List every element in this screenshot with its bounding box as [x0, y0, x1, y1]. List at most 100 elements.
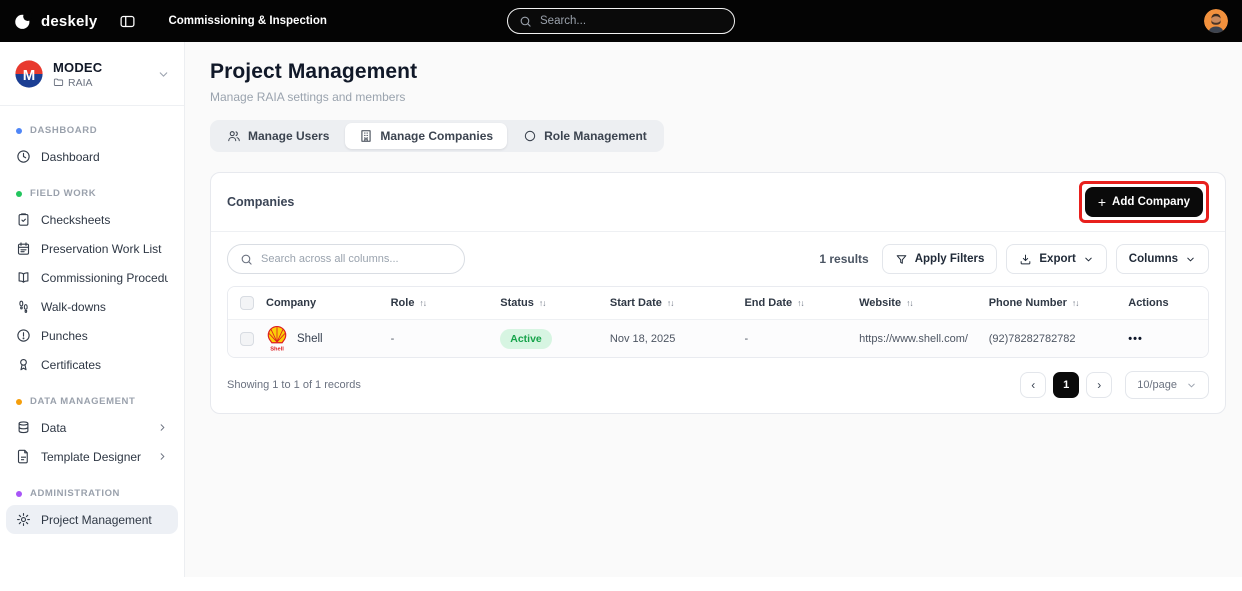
column-header-company: Company	[266, 297, 317, 309]
chevron-right-icon: ›	[1097, 378, 1102, 392]
tab-role-management[interactable]: Role Management	[509, 123, 661, 149]
sort-icon[interactable]: ↑↓	[419, 298, 426, 308]
org-meta: MODEC RAIA	[53, 60, 148, 89]
svg-text:Shell: Shell	[270, 346, 284, 352]
main-content: Project Management Manage RAIA settings …	[185, 42, 1242, 577]
records-summary: Showing 1 to 1 of 1 records	[227, 379, 361, 391]
sort-icon[interactable]: ↑↓	[906, 298, 913, 308]
table-footer: Showing 1 to 1 of 1 records ‹ 1 › 10/pag…	[211, 358, 1225, 413]
website-cell[interactable]: https://www.shell.com/	[859, 333, 989, 345]
sort-icon[interactable]: ↑↓	[667, 298, 674, 308]
deskely-logo-icon	[14, 11, 34, 31]
award-icon	[16, 357, 31, 372]
shell-logo: Shell	[266, 325, 288, 352]
export-button[interactable]: Export	[1006, 244, 1107, 274]
prev-page-button[interactable]: ‹	[1020, 372, 1047, 398]
svg-text:M: M	[23, 67, 36, 84]
row-checkbox[interactable]	[240, 331, 254, 346]
file-icon	[16, 449, 31, 464]
company-cell: Shell Shell	[266, 325, 391, 352]
section-dot	[16, 490, 22, 497]
sidebar: M MODEC RAIA DASHBOARD Dashboard FIELD W…	[0, 42, 185, 577]
sidebar-item-commissioning-procedures[interactable]: Commissioning Procedures	[0, 263, 184, 292]
results-count: 1 results	[819, 252, 869, 266]
table-row[interactable]: Shell Shell - Active Nov 18, 2025 - http…	[228, 319, 1208, 357]
sidebar-item-preservation-work-list[interactable]: Preservation Work List	[0, 234, 184, 263]
table-search[interactable]	[227, 244, 465, 274]
start-date-cell: Nov 18, 2025	[609, 332, 676, 345]
management-tabs: Manage Users Manage Companies Role Manag…	[210, 120, 664, 152]
tab-manage-users[interactable]: Manage Users	[213, 123, 343, 149]
companies-card: Companies + Add Company 1 results	[210, 172, 1226, 414]
sidebar-item-punches[interactable]: Punches	[0, 321, 184, 350]
table-header-row: Company Role ↑↓ Status ↑↓ Start Date ↑↓ End…	[228, 287, 1208, 319]
end-date-cell: -	[744, 332, 749, 345]
column-header-start-date[interactable]: Start Date ↑↓	[610, 297, 745, 309]
column-header-website[interactable]: Website ↑↓	[859, 297, 989, 309]
org-name: MODEC	[53, 59, 103, 75]
topbar-left: deskely Commissioning & Inspection	[14, 11, 327, 31]
sort-icon[interactable]: ↑↓	[539, 298, 546, 308]
org-switcher[interactable]: M MODEC RAIA	[0, 42, 184, 106]
workspace-name: RAIA	[68, 76, 93, 89]
page-1-button[interactable]: 1	[1053, 372, 1080, 398]
page-subtitle: Manage RAIA settings and members	[210, 90, 406, 104]
column-header-status[interactable]: Status ↑↓	[500, 297, 610, 309]
project-name[interactable]: Commissioning & Inspection	[168, 15, 326, 27]
funnel-icon	[895, 253, 908, 266]
sidebar-nav: DASHBOARD Dashboard FIELD WORK Checkshee…	[0, 106, 184, 544]
select-all-checkbox[interactable]	[240, 296, 254, 310]
columns-button[interactable]: Columns	[1115, 244, 1209, 274]
circle-icon	[523, 129, 537, 143]
status-badge: Active	[500, 328, 552, 349]
sidebar-item-checksheets[interactable]: Checksheets	[0, 205, 184, 234]
section-label-dashboard: DASHBOARD	[0, 116, 184, 142]
global-search-input[interactable]	[540, 15, 723, 27]
section-dot	[16, 190, 22, 197]
add-company-button[interactable]: + Add Company	[1084, 187, 1203, 217]
chevron-down-icon[interactable]	[157, 68, 170, 81]
row-actions-button[interactable]: •••	[1128, 333, 1143, 345]
chevron-down-icon	[1186, 380, 1197, 391]
chevron-left-icon: ‹	[1031, 378, 1036, 392]
sidebar-item-dashboard[interactable]: Dashboard	[0, 142, 184, 171]
users-icon	[227, 129, 241, 143]
column-header-end-date[interactable]: End Date ↑↓	[744, 297, 859, 309]
column-header-role[interactable]: Role ↑↓	[391, 297, 501, 309]
tab-manage-companies[interactable]: Manage Companies	[345, 123, 508, 149]
sidebar-item-walk-downs[interactable]: Walk-downs	[0, 292, 184, 321]
sidebar-item-project-management[interactable]: Project Management	[6, 505, 178, 534]
annotation-highlight: + Add Company	[1078, 181, 1209, 223]
sidebar-item-template-designer[interactable]: Template Designer	[0, 442, 184, 471]
search-icon	[240, 253, 253, 266]
role-cell: -	[390, 332, 395, 345]
apply-filters-button[interactable]: Apply Filters	[881, 244, 998, 274]
column-header-phone-number[interactable]: Phone Number ↑↓	[989, 297, 1129, 309]
chevron-down-icon	[1185, 254, 1196, 265]
building-icon	[359, 129, 373, 143]
section-label-data-management: DATA MANAGEMENT	[0, 387, 184, 413]
brand-name: deskely	[41, 12, 98, 30]
sort-icon[interactable]: ↑↓	[797, 298, 804, 308]
search-icon	[519, 15, 532, 28]
alert-circle-icon	[16, 328, 31, 343]
chevron-right-icon	[157, 451, 168, 462]
global-search[interactable]	[507, 8, 735, 34]
per-page-select[interactable]: 10/page	[1125, 371, 1209, 399]
calendar-icon	[16, 241, 31, 256]
sort-icon[interactable]: ↑↓	[1072, 298, 1079, 308]
table-search-input[interactable]	[261, 253, 452, 265]
section-dot	[16, 127, 22, 134]
sidebar-item-certificates[interactable]: Certificates	[0, 350, 184, 379]
sidebar-toggle-icon[interactable]	[119, 13, 136, 30]
brand-logo[interactable]: deskely	[14, 11, 97, 31]
user-avatar[interactable]	[1204, 9, 1228, 33]
gear-icon	[16, 512, 31, 527]
phone-cell: (92)78282782782	[988, 332, 1076, 345]
plus-icon: +	[1097, 194, 1107, 210]
app-body: M MODEC RAIA DASHBOARD Dashboard FIELD W…	[0, 42, 1242, 577]
status-cell: Active	[500, 328, 610, 349]
next-page-button[interactable]: ›	[1086, 372, 1113, 398]
sidebar-item-data[interactable]: Data	[0, 413, 184, 442]
company-name: Shell	[297, 332, 323, 345]
